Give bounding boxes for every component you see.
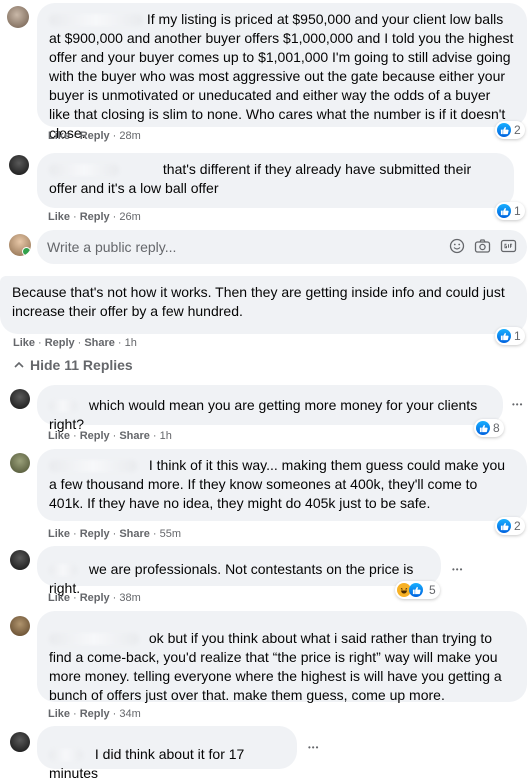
comment-bubble: If my listing is priced at $950,000 and … xyxy=(37,3,527,141)
comment-actions: Like · Reply · 38m xyxy=(48,592,141,604)
comment-actions: Like · Reply · 34m xyxy=(48,708,141,720)
comment-actions: Like · Reply · 28m xyxy=(48,130,141,142)
avatar[interactable] xyxy=(7,6,29,28)
reaction-count: 2 xyxy=(514,519,521,533)
comment-bubble: I did think about it for 17 minutes xyxy=(37,726,297,781)
comment-actions: Like · Reply · Share · 55m xyxy=(48,528,181,540)
more-options-button[interactable]: ••• xyxy=(308,743,319,753)
comment-bubble: ok but if you think about what i said ra… xyxy=(37,611,527,703)
reply-link[interactable]: Reply xyxy=(80,211,110,223)
timestamp[interactable]: 26m xyxy=(119,211,140,223)
comment-actions: Like · Reply · Share · 1h xyxy=(48,430,172,442)
like-icon xyxy=(497,329,511,343)
redacted-name xyxy=(49,460,137,473)
comment-bubble: that's different if they already have su… xyxy=(37,153,514,208)
redacted-name xyxy=(49,164,119,177)
comment-bubble: we are professionals. Not contestants on… xyxy=(37,546,441,596)
reply-input[interactable]: Write a public reply... xyxy=(47,239,443,255)
avatar[interactable] xyxy=(10,616,30,636)
avatar[interactable] xyxy=(10,389,30,409)
reply-input-box[interactable]: Write a public reply... xyxy=(37,230,527,264)
reply-link[interactable]: Reply xyxy=(80,430,110,442)
avatar[interactable] xyxy=(10,453,30,473)
hide-replies-toggle[interactable]: Hide 11 Replies xyxy=(14,357,133,373)
comment-text: which would mean you are getting more mo… xyxy=(49,397,478,432)
comment-bubble: which would mean you are getting more mo… xyxy=(37,385,503,432)
reply-link[interactable]: Reply xyxy=(80,592,110,604)
reply-link[interactable]: Reply xyxy=(80,528,110,540)
reaction-summary[interactable]: 5 xyxy=(395,581,440,599)
reaction-summary[interactable]: 1 xyxy=(495,327,525,345)
like-icon xyxy=(409,583,423,597)
comment-text: If my listing is priced at $950,000 and … xyxy=(49,11,514,141)
reaction-summary[interactable]: 1 xyxy=(495,202,525,220)
like-link[interactable]: Like xyxy=(48,592,70,604)
more-options-button[interactable]: ••• xyxy=(452,565,463,575)
like-icon xyxy=(497,123,511,137)
avatar[interactable] xyxy=(9,155,29,175)
reaction-summary[interactable]: 8 xyxy=(474,419,504,437)
redacted-name xyxy=(49,564,77,577)
current-user-avatar xyxy=(9,234,31,256)
reaction-summary[interactable]: 2 xyxy=(495,517,525,535)
comment-actions: Like · Reply · 26m xyxy=(48,211,141,223)
like-link[interactable]: Like xyxy=(48,130,70,142)
redacted-name xyxy=(49,749,83,762)
reaction-count: 1 xyxy=(514,329,521,343)
redacted-name xyxy=(49,400,77,413)
like-link[interactable]: Like xyxy=(48,528,70,540)
redacted-name xyxy=(49,14,143,27)
timestamp[interactable]: 1h xyxy=(125,337,137,349)
like-link[interactable]: Like xyxy=(48,708,70,720)
timestamp[interactable]: 28m xyxy=(119,130,140,142)
reaction-count: 2 xyxy=(514,123,521,137)
chevron-up-icon xyxy=(14,361,24,368)
reaction-summary[interactable]: 2 xyxy=(495,121,525,139)
reply-link[interactable]: Reply xyxy=(45,337,75,349)
comment-text: Because that's not how it works. Then th… xyxy=(12,284,505,319)
like-link[interactable]: Like xyxy=(13,337,35,349)
timestamp[interactable]: 55m xyxy=(160,528,181,540)
timestamp[interactable]: 34m xyxy=(119,708,140,720)
camera-icon[interactable] xyxy=(474,238,491,257)
like-link[interactable]: Like xyxy=(48,211,70,223)
more-options-button[interactable]: ••• xyxy=(512,400,523,410)
avatar[interactable] xyxy=(10,732,30,752)
comment-bubble: Because that's not how it works. Then th… xyxy=(0,276,527,334)
like-icon xyxy=(497,204,511,218)
gif-icon[interactable] xyxy=(500,238,517,257)
share-link[interactable]: Share xyxy=(119,528,150,540)
reply-link[interactable]: Reply xyxy=(80,130,110,142)
emoji-icon[interactable] xyxy=(449,238,465,257)
reply-link[interactable]: Reply xyxy=(80,708,110,720)
reaction-count: 5 xyxy=(429,583,436,597)
comment-bubble: I think of it this way... making them gu… xyxy=(37,449,527,521)
share-link[interactable]: Share xyxy=(119,430,150,442)
comment-text: we are professionals. Not contestants on… xyxy=(49,561,414,596)
timestamp[interactable]: 1h xyxy=(160,430,172,442)
reaction-count: 1 xyxy=(514,204,521,218)
timestamp[interactable]: 38m xyxy=(119,592,140,604)
like-icon xyxy=(476,421,490,435)
like-icon xyxy=(497,519,511,533)
redacted-name xyxy=(49,633,139,646)
like-link[interactable]: Like xyxy=(48,430,70,442)
avatar[interactable] xyxy=(10,550,30,570)
comment-actions: Like · Reply · Share · 1h xyxy=(13,337,137,349)
share-link[interactable]: Share xyxy=(84,337,115,349)
reaction-count: 8 xyxy=(493,421,500,435)
hide-replies-label[interactable]: Hide 11 Replies xyxy=(30,357,133,373)
